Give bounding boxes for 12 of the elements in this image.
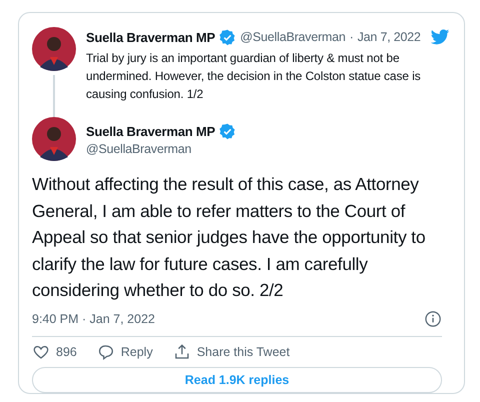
author-name[interactable]: Suella Braverman MP: [86, 124, 216, 139]
author-handle[interactable]: @SuellaBraverman: [86, 142, 236, 156]
reply-button[interactable]: Reply: [96, 342, 153, 360]
separator: ·: [350, 30, 354, 44]
tweet-text: Without affecting the result of this case, as Attorney General, I am able to refer matters to the Court of Appeal so that senior judges have the opportunity to clarify the law for future cases. I am carefully considering whether to do so. 2/2: [32, 173, 426, 302]
tweet-date[interactable]: Jan 7, 2022: [358, 30, 421, 44]
author-handle[interactable]: @SuellaBraverman: [240, 30, 346, 44]
like-button[interactable]: 896: [32, 342, 77, 360]
quoted-tweet-text: Trial by jury is an important guardian of liberty & must not be undermined. However, the decision in the Colston statue case is causing confusion. 1/2: [86, 50, 422, 103]
share-button[interactable]: Share this Tweet: [172, 342, 290, 360]
author-name[interactable]: Suella Braverman MP: [86, 30, 216, 44]
tweet-timestamp[interactable]: 9:40 PM · Jan 7, 2022: [32, 312, 155, 326]
